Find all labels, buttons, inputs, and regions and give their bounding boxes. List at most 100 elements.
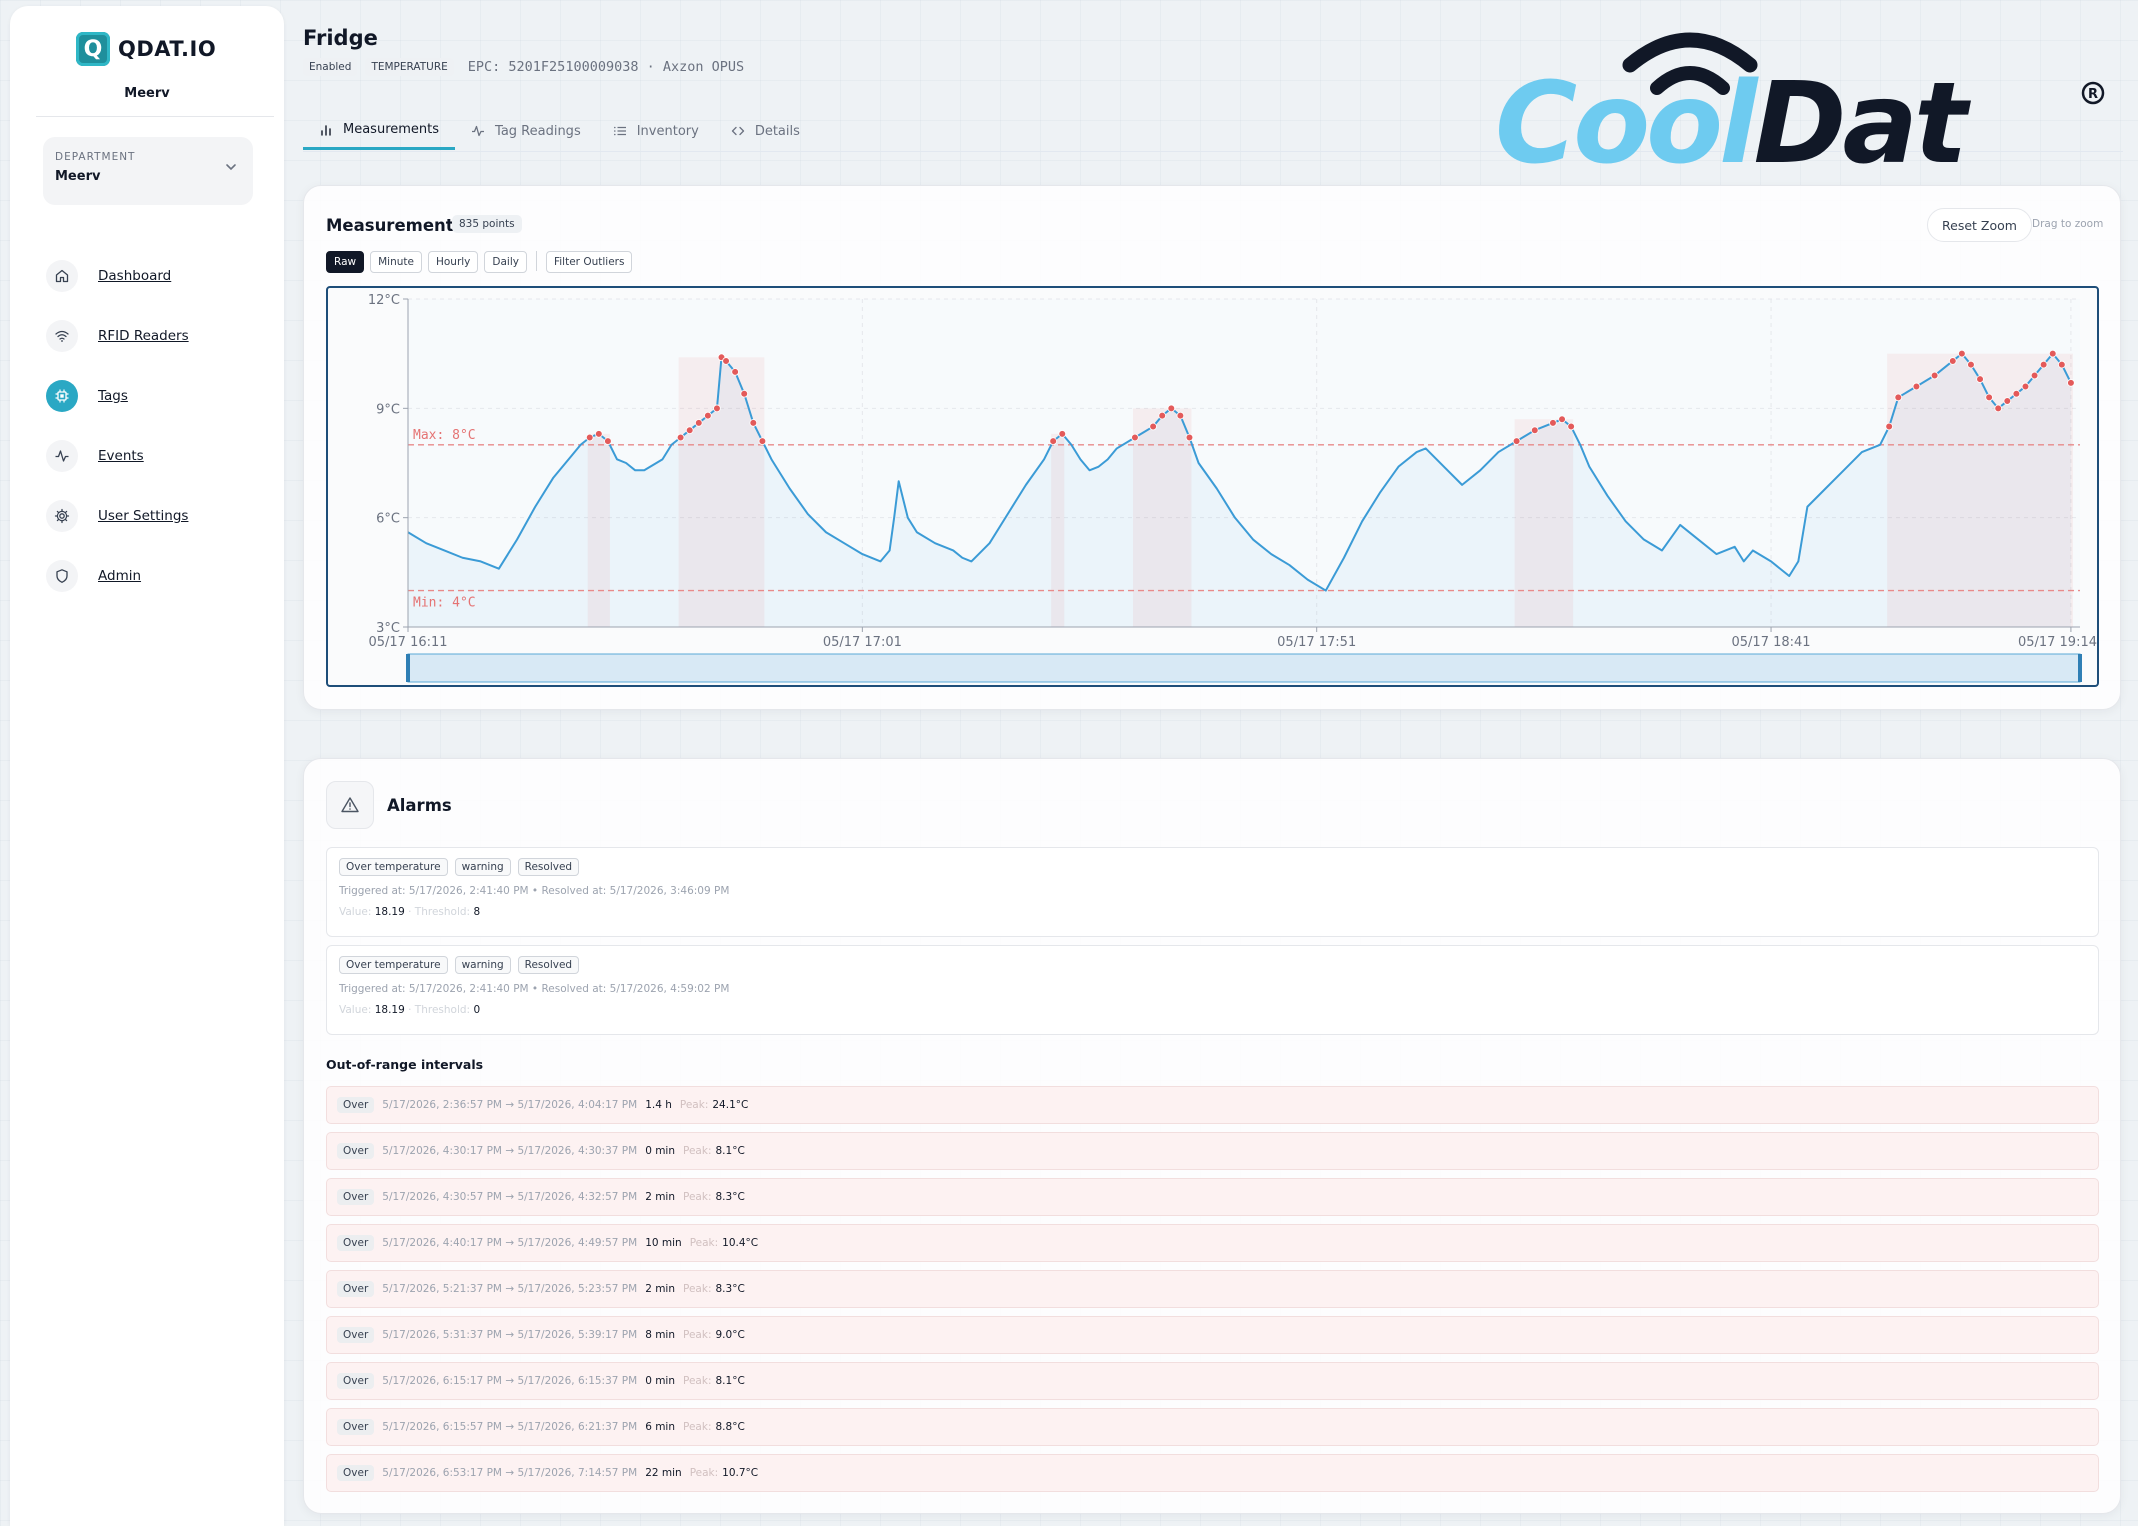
- points-count-badge: 835 points: [452, 215, 522, 233]
- over-span: [1132, 408, 1192, 627]
- over-threshold-point: [685, 426, 694, 435]
- sidebar-item-tags[interactable]: Tags: [46, 366, 189, 426]
- reset-zoom-button[interactable]: Reset Zoom: [1927, 208, 2032, 242]
- out-of-range-row[interactable]: Over 5/17/2026, 6:53:17 PM → 5/17/2026, 7…: [326, 1454, 2099, 1492]
- sidebar-item-label: Tags: [98, 388, 128, 404]
- interval-kind-badge: Over: [337, 1097, 375, 1113]
- epc-text: EPC: 5201F25100009038 · Axzon OPUS: [467, 59, 745, 75]
- over-threshold-point: [713, 404, 721, 413]
- interval-peak-label: Peak:: [683, 1191, 712, 1203]
- tab-label: Tag Readings: [495, 123, 581, 139]
- sidebar-item-user-settings[interactable]: User Settings: [46, 486, 189, 546]
- temperature-chart[interactable]: Max: 8°C Min: 4°C 3°C 6°C 9°C 12°C 05/17 16:11…: [328, 288, 2097, 685]
- alarm-timestamps: Triggered at: 5/17/2026, 2:41:40 PM • Re…: [339, 885, 730, 897]
- over-threshold-point: [1958, 349, 1966, 358]
- tab-label: Details: [754, 123, 800, 139]
- y-tick-label: 6°C: [376, 512, 400, 527]
- alarm-item[interactable]: Over temperature warning Resolved Trigge…: [326, 847, 2099, 937]
- alarm-value: 18.19: [374, 906, 405, 918]
- brush-handle-right[interactable]: [2078, 654, 2082, 682]
- alarm-kind-badge: Over temperature: [339, 858, 448, 876]
- resolution-minute-button[interactable]: Minute: [370, 251, 422, 273]
- sidebar-item-events[interactable]: Events: [46, 426, 189, 486]
- over-threshold-point: [1530, 426, 1539, 435]
- zoom-brush[interactable]: [407, 653, 2081, 683]
- sidebar-divider: [36, 116, 274, 117]
- chart-frame[interactable]: Max: 8°C Min: 4°C 3°C 6°C 9°C 12°C 05/17 16:11…: [326, 286, 2099, 687]
- out-of-range-row[interactable]: Over 5/17/2026, 5:31:37 PM → 5/17/2026, 5…: [326, 1316, 2099, 1354]
- over-span: [678, 357, 765, 627]
- logo-dat: Dat: [1753, 59, 1971, 170]
- drag-to-zoom-hint: Drag to zoom: [2032, 218, 2104, 230]
- chip-icon: [46, 380, 78, 412]
- over-threshold-point: [2048, 349, 2057, 358]
- asset-meta: Enabled TEMPERATURE EPC: 5201F2510000903…: [303, 58, 744, 76]
- resolution-raw-button[interactable]: Raw: [326, 251, 365, 273]
- tab-inventory[interactable]: Inventory: [597, 112, 715, 150]
- over-threshold-point: [1158, 411, 1167, 420]
- over-threshold-point: [2030, 371, 2039, 380]
- tab-tag-readings[interactable]: Tag Readings: [455, 112, 597, 150]
- tab-measurements[interactable]: Measurements: [303, 112, 456, 150]
- over-threshold-point: [585, 433, 594, 442]
- alarms-card: Alarms Over temperature warning Resolved…: [303, 758, 2121, 1514]
- sidebar-item-label: Events: [98, 448, 144, 464]
- sidebar-item-rfid-readers[interactable]: RFID Readers: [46, 306, 189, 366]
- interval-range: 5/17/2026, 5:21:37 PM → 5/17/2026, 5:23:…: [382, 1283, 638, 1295]
- sidebar-nav: Dashboard RFID Readers Tags Events User …: [46, 246, 189, 606]
- over-span: [1887, 353, 2073, 627]
- interval-kind-badge: Over: [337, 1143, 375, 1159]
- measurements-card: Measurements 835 points Raw Minute Hourl…: [303, 185, 2121, 710]
- out-of-range-row[interactable]: Over 5/17/2026, 5:21:37 PM → 5/17/2026, 5…: [326, 1270, 2099, 1308]
- over-threshold-point: [1058, 430, 1067, 438]
- over-threshold-point: [1967, 360, 1975, 369]
- alarm-item[interactable]: Over temperature warning Resolved Trigge…: [326, 945, 2099, 1035]
- alarm-chips: Over temperature warning Resolved: [339, 858, 2086, 876]
- department-value: Meerv: [55, 169, 101, 184]
- alarm-values: Value: 18.19 · Threshold: 8: [339, 906, 2086, 918]
- interval-range: 5/17/2026, 6:53:17 PM → 5/17/2026, 7:14:…: [382, 1467, 638, 1479]
- interval-kind-badge: Over: [337, 1373, 375, 1389]
- department-label: DEPARTMENT: [55, 151, 136, 163]
- alarm-value: 18.19: [374, 1004, 405, 1016]
- interval-peak: 10.7°C: [722, 1467, 759, 1479]
- over-threshold-point: [758, 437, 767, 445]
- out-of-range-row[interactable]: Over 5/17/2026, 4:30:57 PM → 5/17/2026, 4…: [326, 1178, 2099, 1216]
- over-span: [1514, 419, 1574, 627]
- over-threshold-point: [1512, 437, 1521, 445]
- type-badge: TEMPERATURE: [365, 58, 454, 76]
- resolution-daily-button[interactable]: Daily: [484, 251, 527, 273]
- tab-details[interactable]: Details: [715, 112, 816, 150]
- resolution-toolbar: Raw Minute Hourly Daily Filter Outliers: [326, 251, 633, 273]
- out-of-range-row[interactable]: Over 5/17/2026, 6:15:17 PM → 5/17/2026, 6…: [326, 1362, 2099, 1400]
- interval-kind-badge: Over: [337, 1281, 375, 1297]
- interval-peak: 8.1°C: [715, 1375, 745, 1387]
- brush-handle-left[interactable]: [406, 654, 410, 682]
- resolution-hourly-button[interactable]: Hourly: [427, 251, 479, 273]
- over-threshold-point: [1894, 393, 1903, 402]
- out-of-range-row[interactable]: Over 5/17/2026, 4:40:17 PM → 5/17/2026, 4…: [326, 1224, 2099, 1262]
- interval-range: 5/17/2026, 6:15:57 PM → 5/17/2026, 6:21:…: [382, 1421, 638, 1433]
- interval-duration: 6 min: [645, 1421, 676, 1433]
- gear-icon: [46, 500, 78, 532]
- brand[interactable]: Q QDAT.IO: [76, 32, 216, 66]
- interval-duration: 22 min: [645, 1467, 682, 1479]
- out-of-range-row[interactable]: Over 5/17/2026, 2:36:57 PM → 5/17/2026, 4…: [326, 1086, 2099, 1124]
- sidebar-item-dashboard[interactable]: Dashboard: [46, 246, 189, 306]
- interval-peak-label: Peak:: [683, 1283, 712, 1295]
- over-threshold-point: [1049, 437, 1057, 445]
- sidebar-item-admin[interactable]: Admin: [46, 546, 189, 606]
- over-threshold-point: [2021, 382, 2030, 391]
- sidebar-item-label: RFID Readers: [98, 328, 189, 344]
- filter-outliers-button[interactable]: Filter Outliers: [545, 251, 633, 273]
- over-threshold-point: [2058, 360, 2066, 369]
- interval-peak: 8.3°C: [715, 1283, 745, 1295]
- sidebar-item-label: User Settings: [98, 508, 189, 524]
- sidebar-item-label: Dashboard: [98, 268, 172, 284]
- department-selector[interactable]: DEPARTMENT Meerv: [43, 137, 253, 205]
- interval-peak: 8.1°C: [715, 1145, 745, 1157]
- out-of-range-row[interactable]: Over 5/17/2026, 6:15:57 PM → 5/17/2026, 6…: [326, 1408, 2099, 1446]
- over-threshold-point: [1912, 382, 1921, 391]
- interval-peak-label: Peak:: [679, 1099, 709, 1111]
- out-of-range-row[interactable]: Over 5/17/2026, 4:30:17 PM → 5/17/2026, 4…: [326, 1132, 2099, 1170]
